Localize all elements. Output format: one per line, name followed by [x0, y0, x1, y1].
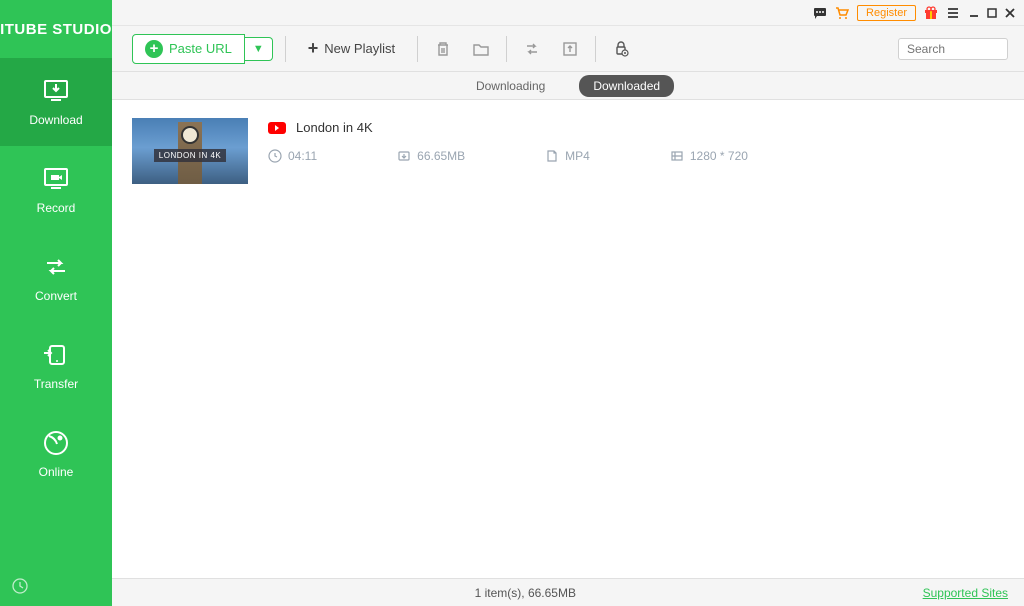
nav-label: Online: [39, 465, 74, 479]
register-button[interactable]: Register: [857, 5, 916, 21]
new-playlist-button[interactable]: + New Playlist: [298, 33, 405, 64]
record-icon: [42, 165, 70, 193]
import-icon[interactable]: [557, 40, 583, 58]
tabs: Downloading Downloaded: [112, 72, 1024, 100]
video-thumbnail[interactable]: LONDON IN 4K: [132, 118, 248, 184]
nav-online[interactable]: Online: [0, 410, 112, 498]
resolution-icon: [670, 149, 684, 163]
nav-label: Download: [29, 113, 82, 127]
youtube-icon: [268, 122, 286, 134]
video-title: London in 4K: [296, 120, 373, 135]
download-icon: [42, 77, 70, 105]
meta-duration: 04:11: [268, 149, 317, 163]
video-meta: 04:11 66.65MB MP4 1280 * 720: [268, 149, 1004, 163]
supported-sites-link[interactable]: Supported Sites: [923, 586, 1008, 600]
gift-icon[interactable]: [924, 6, 938, 20]
meta-resolution: 1280 * 720: [670, 149, 748, 163]
separator: [506, 36, 507, 62]
file-icon: [545, 149, 559, 163]
nav-label: Convert: [35, 289, 77, 303]
search-input[interactable]: [898, 38, 1008, 60]
maximize-button[interactable]: [986, 7, 998, 19]
thumbnail-label: LONDON IN 4K: [154, 149, 226, 162]
plus-circle-icon: +: [145, 40, 163, 58]
menu-icon[interactable]: [946, 6, 960, 20]
plus-icon: +: [308, 38, 319, 59]
tab-downloading[interactable]: Downloading: [462, 75, 559, 97]
sidebar: ITUBE STUDIO Download Record Convert Tra…: [0, 0, 112, 606]
nav-convert[interactable]: Convert: [0, 234, 112, 322]
window-controls: [968, 7, 1016, 19]
nav-label: Record: [37, 201, 76, 215]
titlebar: Register: [112, 0, 1024, 26]
status-summary: 1 item(s), 66.65MB: [128, 586, 923, 600]
convert-icon: [42, 253, 70, 281]
video-title-row: London in 4K: [268, 120, 1004, 135]
feedback-icon[interactable]: [813, 6, 827, 20]
new-playlist-label: New Playlist: [324, 41, 395, 56]
video-row[interactable]: LONDON IN 4K London in 4K 04:11 66.65MB: [132, 110, 1004, 192]
close-button[interactable]: [1004, 7, 1016, 19]
minimize-button[interactable]: [968, 7, 980, 19]
separator: [285, 36, 286, 62]
paste-url-dropdown[interactable]: ▼: [245, 37, 273, 61]
main-area: Register + Paste URL ▼ + New Playlist: [112, 0, 1024, 606]
online-icon: [42, 429, 70, 457]
paste-url-button[interactable]: + Paste URL: [132, 34, 245, 64]
cart-icon[interactable]: [835, 6, 849, 20]
meta-format: MP4: [545, 149, 590, 163]
delete-icon[interactable]: [430, 40, 456, 58]
tab-downloaded[interactable]: Downloaded: [579, 75, 674, 97]
nav-record[interactable]: Record: [0, 146, 112, 234]
video-info: London in 4K 04:11 66.65MB MP4: [268, 118, 1004, 184]
separator: [417, 36, 418, 62]
search-box: [898, 38, 1008, 60]
separator: [595, 36, 596, 62]
size-icon: [397, 149, 411, 163]
meta-size: 66.65MB: [397, 149, 465, 163]
sidebar-footer: [0, 566, 112, 606]
content-area: LONDON IN 4K London in 4K 04:11 66.65MB: [112, 100, 1024, 578]
app-logo: ITUBE STUDIO: [0, 0, 112, 58]
transfer-icon: [42, 341, 70, 369]
statusbar: 1 item(s), 66.65MB Supported Sites: [112, 578, 1024, 606]
scheduler-icon[interactable]: [12, 578, 100, 594]
nav-download[interactable]: Download: [0, 58, 112, 146]
paste-url-group: + Paste URL ▼: [132, 34, 273, 64]
privacy-icon[interactable]: [608, 40, 634, 58]
paste-url-label: Paste URL: [169, 41, 232, 56]
folder-icon[interactable]: [468, 40, 494, 58]
nav-transfer[interactable]: Transfer: [0, 322, 112, 410]
toolbar: + Paste URL ▼ + New Playlist: [112, 26, 1024, 72]
refresh-icon[interactable]: [519, 40, 545, 58]
clock-icon: [268, 149, 282, 163]
nav-label: Transfer: [34, 377, 78, 391]
